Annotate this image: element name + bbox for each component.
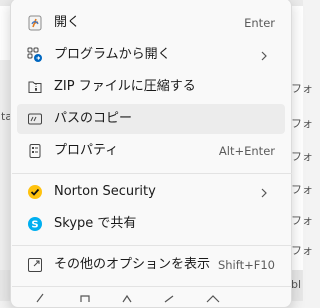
menu-item-properties[interactable]: プロパティ Alt+Enter: [17, 136, 285, 166]
skype-icon: S: [27, 216, 43, 232]
menu-item-label: その他のオプションを表示: [54, 257, 211, 272]
norton-icon: [27, 184, 43, 200]
menu-item-share-skype[interactable]: S Skype で共有: [17, 209, 285, 239]
background-text-fragment: フォ: [291, 150, 313, 163]
background-text-fragment: フォ: [291, 82, 313, 95]
menu-item-copy-path[interactable]: パスのコピー: [17, 104, 285, 134]
chevron-right-icon: [257, 185, 271, 199]
open-with-program-icon: [27, 47, 43, 63]
background-text-fragment: フォ: [291, 117, 313, 130]
copy-path-icon: [27, 111, 43, 127]
shortcut-label: Enter: [244, 16, 275, 30]
chevron-right-icon: [257, 48, 271, 62]
svg-text:S: S: [31, 220, 38, 231]
menu-item-show-more-options[interactable]: その他のオプションを表示 Shift+F10: [17, 250, 285, 280]
menu-item-norton-security[interactable]: Norton Security: [17, 177, 285, 207]
background-text-fragment: フォ: [291, 244, 313, 257]
properties-icon: [27, 143, 43, 159]
background-text-fragment: フォ: [291, 183, 313, 196]
menu-item-label: パスのコピー: [54, 111, 133, 126]
menu-item-open[interactable]: 開く Enter: [17, 8, 285, 38]
background-text-fragment: フォ: [291, 214, 313, 227]
open-with-app-icon: [27, 15, 43, 31]
menu-separator: [12, 286, 292, 287]
shortcut-label: Shift+F10: [217, 258, 275, 272]
menu-item-label: Skype で共有: [54, 216, 137, 231]
menu-separator: [12, 173, 292, 174]
zip-icon: [27, 79, 43, 95]
menu-item-label: プログラムから開く: [54, 47, 171, 62]
menu-item-label: プロパティ: [54, 143, 119, 158]
context-menu: 開く Enter プログラムから開く ZIP ファイルに圧縮する パスのコピー …: [10, 0, 292, 308]
shortcut-label: Alt+Enter: [218, 144, 275, 158]
more-options-icon: [27, 257, 43, 273]
menu-item-open-with[interactable]: プログラムから開く: [17, 40, 285, 70]
menu-item-label: ZIP ファイルに圧縮する: [54, 79, 196, 94]
menu-item-label: Norton Security: [54, 184, 156, 199]
menu-item-label: 開く: [54, 15, 81, 30]
menu-item-compress-zip[interactable]: ZIP ファイルに圧縮する: [17, 72, 285, 102]
menu-separator: [12, 245, 292, 246]
